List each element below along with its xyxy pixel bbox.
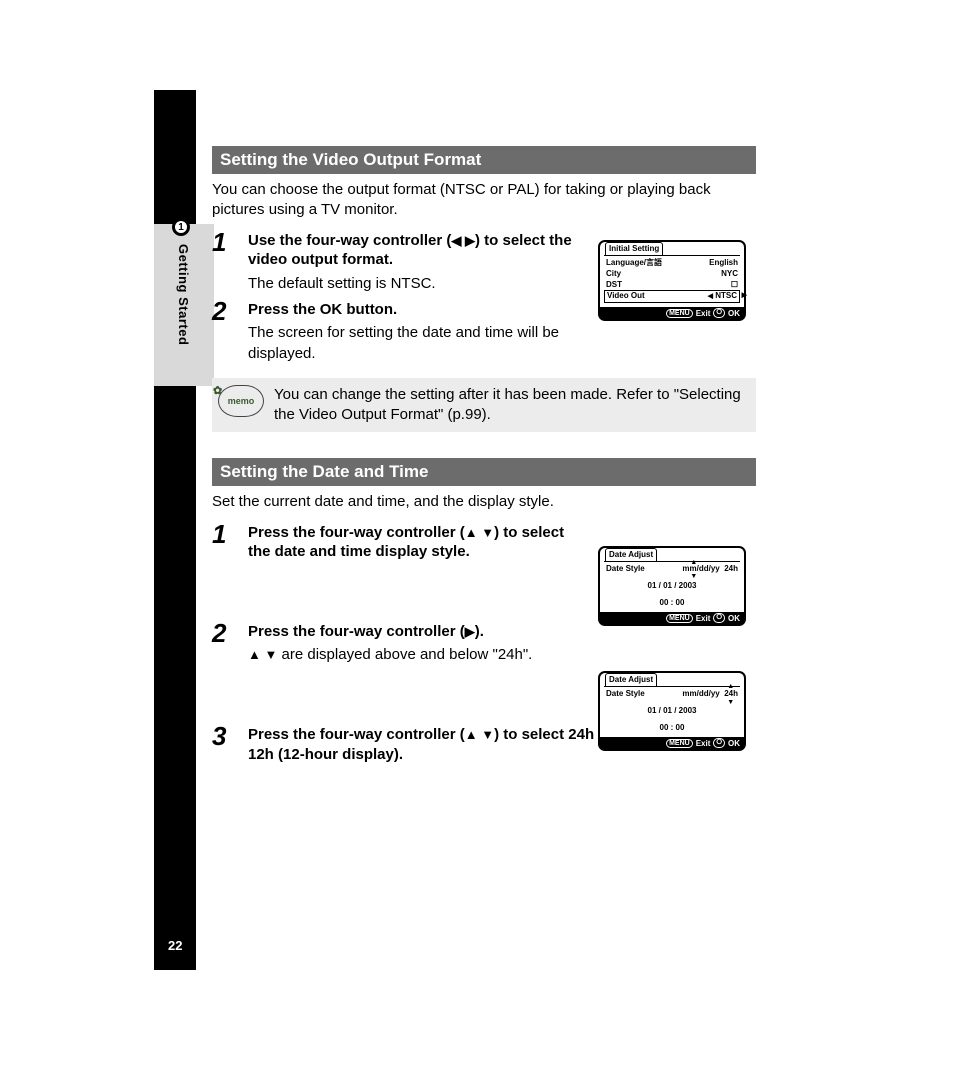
section-heading-video-output: Setting the Video Output Format: [212, 146, 756, 174]
step-title-text: Press the four-way controller (: [248, 524, 465, 541]
chapter-title: Getting Started: [176, 244, 191, 345]
step-title-text: Press the four-way controller (: [248, 726, 465, 743]
step-title-text: Use the four-way controller (: [248, 232, 451, 249]
lcd-date-adjust-1: Date Adjust Date Style ▲ mm/dd/yy ▼ 24h …: [598, 546, 746, 626]
lcd-date-adjust-2: Date Adjust Date Style mm/dd/yy ▲ 24h ▼ …: [598, 671, 746, 751]
up-down-arrow-icon: ▲ ▼: [465, 525, 494, 540]
up-arrow-icon: ▲: [690, 558, 697, 567]
up-down-arrow-icon: ▲ ▼: [248, 647, 277, 662]
left-arrow-icon: ◀: [708, 293, 713, 300]
section2-intro: Set the current date and time, and the d…: [212, 492, 752, 512]
step-title-text: ).: [475, 623, 484, 640]
ok-badge: ⭘: [713, 738, 725, 748]
menu-badge: MENU: [666, 739, 693, 748]
step-desc: are displayed above and below "24h".: [277, 646, 532, 663]
step-desc: The default setting is NTSC.: [248, 274, 578, 294]
lcd-exit: Exit: [696, 309, 711, 318]
up-down-arrow-icon: ▲ ▼: [465, 727, 494, 742]
lcd-tab: Initial Setting: [605, 242, 663, 255]
ok-badge: ⭘: [713, 613, 725, 623]
step-title-text: Press the OK button.: [248, 300, 578, 320]
left-right-arrow-icon: ◀ ▶: [451, 233, 475, 248]
memo-icon: ✿memo: [218, 385, 264, 417]
memo-text: You can change the setting after it has …: [274, 385, 750, 426]
lcd-ok: OK: [728, 309, 740, 318]
section-heading-date-time: Setting the Date and Time: [212, 458, 756, 486]
lcd-ok: OK: [728, 739, 740, 748]
step-number: 1: [212, 521, 248, 547]
step-number: 1: [212, 229, 248, 255]
chapter-bullet: 1: [172, 218, 190, 236]
lcd-initial-setting: Initial Setting Language/言語English CityN…: [598, 240, 746, 321]
right-arrow-icon: ▶: [742, 291, 747, 300]
down-arrow-icon: ▼: [727, 698, 734, 707]
lcd-tab: Date Adjust: [605, 673, 657, 686]
up-arrow-icon: ▲: [727, 682, 734, 691]
memo-box: ✿memo You can change the setting after i…: [212, 378, 756, 433]
step-number: 3: [212, 723, 248, 749]
checkbox-icon: ☐: [731, 280, 738, 291]
lcd-tab: Date Adjust: [605, 548, 657, 561]
ok-badge: ⭘: [713, 308, 725, 318]
page-number: 22: [168, 938, 182, 953]
lcd-exit: Exit: [696, 614, 711, 623]
step-desc: The screen for setting the date and time…: [248, 323, 578, 364]
step-number: 2: [212, 620, 248, 646]
step-title-text: Press the four-way controller (: [248, 623, 465, 640]
section1-intro: You can choose the output format (NTSC o…: [212, 180, 752, 221]
chapter-number: 1: [175, 221, 187, 233]
menu-badge: MENU: [666, 614, 693, 623]
lcd-ok: OK: [728, 614, 740, 623]
lcd-selected-row: Video Out ◀ NTSC ▶: [604, 290, 740, 303]
menu-badge: MENU: [666, 309, 693, 318]
section2-step2: 2 Press the four-way controller (▶). ▲ ▼…: [212, 622, 772, 666]
step-number: 2: [212, 298, 248, 324]
right-arrow-icon: ▶: [465, 624, 475, 639]
lcd-exit: Exit: [696, 739, 711, 748]
down-arrow-icon: ▼: [690, 572, 697, 581]
